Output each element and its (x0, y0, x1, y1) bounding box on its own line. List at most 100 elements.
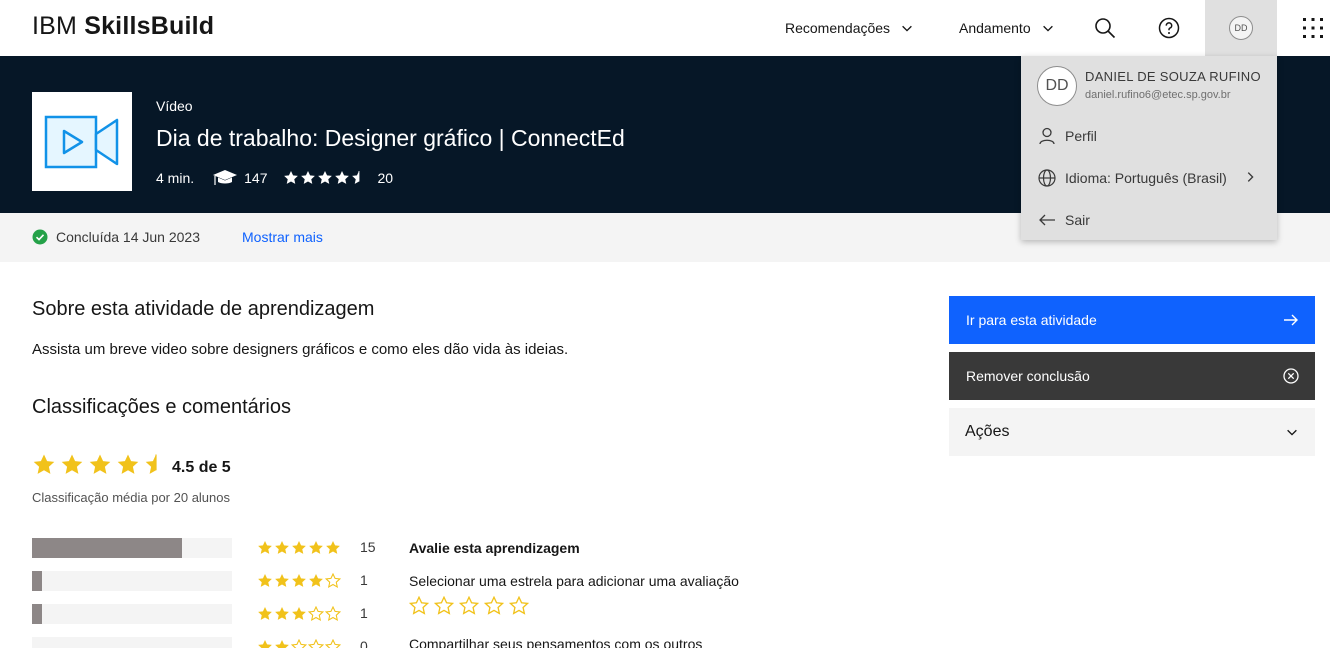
help-button[interactable] (1141, 0, 1197, 56)
globe-icon (1038, 169, 1056, 187)
go-to-activity-button[interactable]: Ir para esta atividade (949, 296, 1315, 344)
star-half-icon (352, 171, 360, 184)
close-circle-icon (1283, 368, 1299, 384)
actions-label: Ações (965, 423, 1010, 440)
menu-item-logout-label: Sair (1065, 212, 1090, 228)
distribution-count: 1 (360, 572, 368, 588)
star-icon (275, 541, 289, 554)
star-outline-icon (291, 639, 307, 648)
star-outline-icon (509, 596, 529, 615)
chevron-down-icon (902, 25, 912, 32)
profile-button[interactable]: DD (1205, 0, 1277, 56)
star-half-icon (145, 454, 157, 474)
average-rating-value: 4.5 de 5 (172, 459, 231, 476)
show-more-link[interactable]: Mostrar mais (242, 229, 323, 245)
rate-star-5[interactable] (509, 596, 529, 616)
completion-date: Concluída 14 Jun 2023 (56, 229, 200, 245)
page-title: Dia de trabalho: Designer gráfico | Conn… (156, 125, 625, 151)
star-outline-icon (434, 596, 454, 615)
avatar: DD (1229, 16, 1253, 40)
menu-item-logout[interactable]: Sair (1021, 200, 1277, 240)
star-icon (117, 454, 139, 474)
star-icon (61, 454, 83, 474)
rate-star-3[interactable] (459, 596, 479, 616)
share-thoughts-text: Compartilhar seus pensamentos com os out… (409, 636, 703, 648)
nav-recommendations-dropdown[interactable]: Recomendações (785, 0, 914, 56)
actions-accordion[interactable]: Ações (949, 408, 1315, 456)
about-heading: Sobre esta atividade de aprendizagem (32, 298, 375, 320)
star-icon (275, 607, 289, 620)
average-rating-stars (32, 453, 168, 477)
rate-star-2[interactable] (434, 596, 454, 616)
profile-email: daniel.rufino6@etec.sp.gov.br (1085, 89, 1231, 101)
arrow-left-icon (1039, 214, 1055, 226)
star-outline-icon (308, 606, 324, 621)
brand-skillsbuild: SkillsBuild (84, 12, 215, 40)
distribution-bar (32, 571, 232, 591)
video-camera-icon (44, 115, 119, 168)
menu-item-language-label: Idioma: Português (Brasil) (1065, 170, 1227, 186)
remove-completion-button[interactable]: Remover conclusão (949, 352, 1315, 400)
remove-completion-label: Remover conclusão (966, 368, 1090, 384)
star-icon (275, 574, 289, 587)
distribution-stars (257, 573, 341, 589)
average-rating-caption: Classificação média por 20 alunos (32, 490, 230, 505)
activity-meta: 4 min. 147 20 (156, 168, 393, 188)
graduation-cap-icon (212, 169, 238, 187)
user-icon (1039, 127, 1055, 145)
learners-count: 147 (244, 170, 268, 186)
about-description: Assista um breve video sobre designers g… (32, 341, 569, 358)
distribution-count: 1 (360, 605, 368, 621)
nav-progress-dropdown[interactable]: Andamento (959, 0, 1055, 56)
distribution-bar-fill (32, 571, 42, 591)
star-icon (301, 171, 316, 184)
search-icon (1095, 18, 1116, 39)
star-outline-icon (459, 596, 479, 615)
distribution-count: 15 (360, 539, 376, 555)
brand-ibm: IBM (32, 12, 78, 40)
arrow-right-icon (1284, 314, 1298, 326)
star-outline-icon (409, 596, 429, 615)
star-outline-icon (325, 639, 341, 648)
profile-avatar: DD (1037, 66, 1077, 106)
app-switcher-button[interactable] (1285, 0, 1330, 56)
profile-menu: DD DANIEL DE SOUZA RUFINO daniel.rufino6… (1021, 56, 1277, 240)
star-icon (258, 541, 272, 554)
distribution-bar (32, 538, 232, 558)
rating-stars (283, 170, 367, 186)
completion-status: Concluída 14 Jun 2023 (32, 229, 200, 245)
star-icon (258, 640, 272, 648)
rate-star-1[interactable] (409, 596, 429, 616)
star-icon (309, 574, 323, 587)
rating-distribution-row: 0 (32, 637, 382, 648)
checkmark-circle-icon (32, 229, 48, 245)
rate-star-4[interactable] (484, 596, 504, 616)
star-icon (292, 574, 306, 587)
star-outline-icon (325, 606, 341, 621)
menu-item-language[interactable]: Idioma: Português (Brasil) (1021, 158, 1277, 198)
star-icon (258, 607, 272, 620)
menu-item-profile[interactable]: Perfil (1021, 116, 1277, 156)
rating-distribution-row: 1 (32, 604, 382, 626)
star-outline-icon (325, 573, 341, 588)
rate-star-picker (409, 596, 529, 616)
activity-type: Vídeo (156, 98, 193, 114)
top-header: IBM SkillsBuild Recomendações Andamento … (0, 0, 1330, 56)
distribution-bar (32, 604, 232, 624)
star-icon (309, 541, 323, 554)
star-icon (33, 454, 55, 474)
activity-thumbnail (32, 92, 132, 191)
reviews-heading: Classificações e comentários (32, 396, 291, 418)
star-icon (326, 541, 340, 554)
distribution-bar-fill (32, 538, 182, 558)
search-button[interactable] (1077, 0, 1133, 56)
star-icon (258, 574, 272, 587)
star-outline-icon (308, 639, 324, 648)
brand-logo[interactable]: IBM SkillsBuild (32, 12, 214, 41)
star-icon (89, 454, 111, 474)
rating-count: 20 (377, 170, 394, 186)
distribution-stars (257, 606, 341, 622)
rate-subtitle: Selecionar uma estrela para adicionar um… (409, 573, 739, 589)
distribution-bar (32, 637, 232, 648)
rate-heading: Avalie esta aprendizagem (409, 540, 580, 556)
